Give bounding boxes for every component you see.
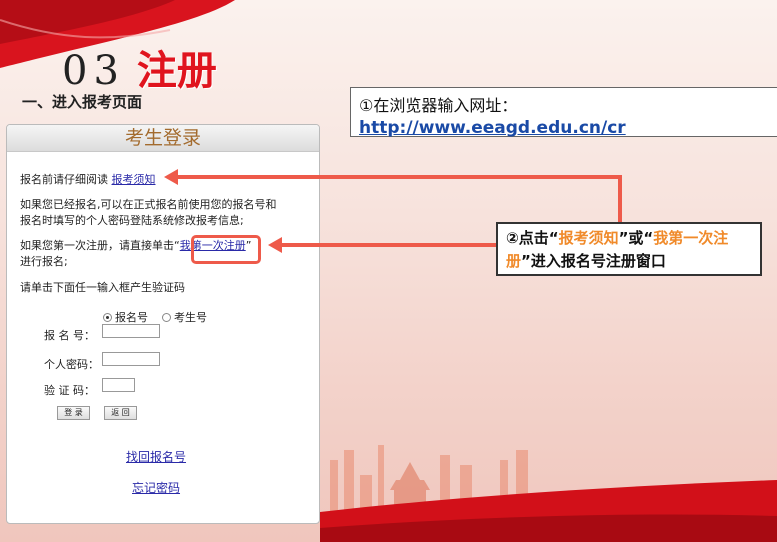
url-callout: ①在浏览器输入网址： http://www.eeagd.edu.cn/cr	[350, 87, 777, 138]
city-skyline-decoration	[320, 445, 777, 542]
reg-no-input[interactable]	[102, 324, 160, 338]
registered-info-line1: 如果您已经报名,可以在正式报名前使用您的报名号和	[20, 198, 277, 211]
slide-title: 03 注册	[62, 38, 217, 96]
radio-reg-no[interactable]	[103, 312, 112, 322]
recover-reg-no-link[interactable]: 找回报名号	[126, 449, 186, 465]
password-label: 个人密码：	[44, 358, 99, 371]
notice-link[interactable]: 报考须知	[112, 173, 156, 186]
slide-number: 03	[62, 48, 125, 94]
section-heading: 一、进入报考页面	[22, 93, 143, 111]
login-panel: 考生登录 报名前请仔细阅读 报考须知 如果您已经报名,可以在正式报名前使用您的报…	[6, 124, 320, 524]
captcha-prompt: 请单击下面任一输入框产生验证码	[20, 281, 185, 294]
first-register-prompt: 如果您第一次注册，请直接单击“	[20, 239, 180, 252]
slide-title-text: 注册	[136, 48, 217, 94]
registered-info: 如果您已经报名,可以在正式报名前使用您的报名号和 报名时填写的个人密码登陆系统修…	[20, 197, 277, 229]
registered-info-line2: 报名时填写的个人密码登陆系统修改报考信息;	[20, 214, 244, 227]
forgot-password-link[interactable]: 忘记密码	[132, 480, 180, 496]
login-panel-title: 考生登录	[7, 125, 319, 152]
back-button[interactable]: 返 回	[104, 406, 137, 420]
login-type-radio-group: 报名号 考生号	[103, 309, 207, 325]
captcha-input[interactable]	[102, 378, 135, 392]
register-callout-mid: ”或“	[618, 229, 654, 247]
register-callout-prefix: ②点击“	[506, 229, 559, 247]
read-prompt: 报名前请仔细阅读	[20, 173, 108, 186]
read-notice-line: 报名前请仔细阅读 报考须知	[20, 172, 156, 188]
url-callout-link[interactable]: http://www.eeagd.edu.cn/cr	[359, 118, 769, 138]
radio-reg-no-label: 报名号	[115, 311, 148, 324]
radio-exam-no-label: 考生号	[174, 311, 207, 324]
reg-no-label: 报 名 号：	[44, 329, 95, 342]
register-callout-notice: 报考须知	[558, 229, 619, 247]
captcha-label: 验 证 码：	[44, 384, 95, 397]
first-register-highlight	[191, 235, 261, 264]
password-input[interactable]	[102, 352, 160, 366]
login-button[interactable]: 登 录	[57, 406, 90, 420]
register-callout: ②点击“报考须知”或“我第一次注册”进入报名号注册窗口	[496, 222, 762, 276]
register-callout-suffix: ”进入报名号注册窗口	[521, 252, 666, 270]
url-callout-label: ①在浏览器输入网址：	[359, 96, 518, 115]
radio-exam-no[interactable]	[162, 312, 171, 322]
